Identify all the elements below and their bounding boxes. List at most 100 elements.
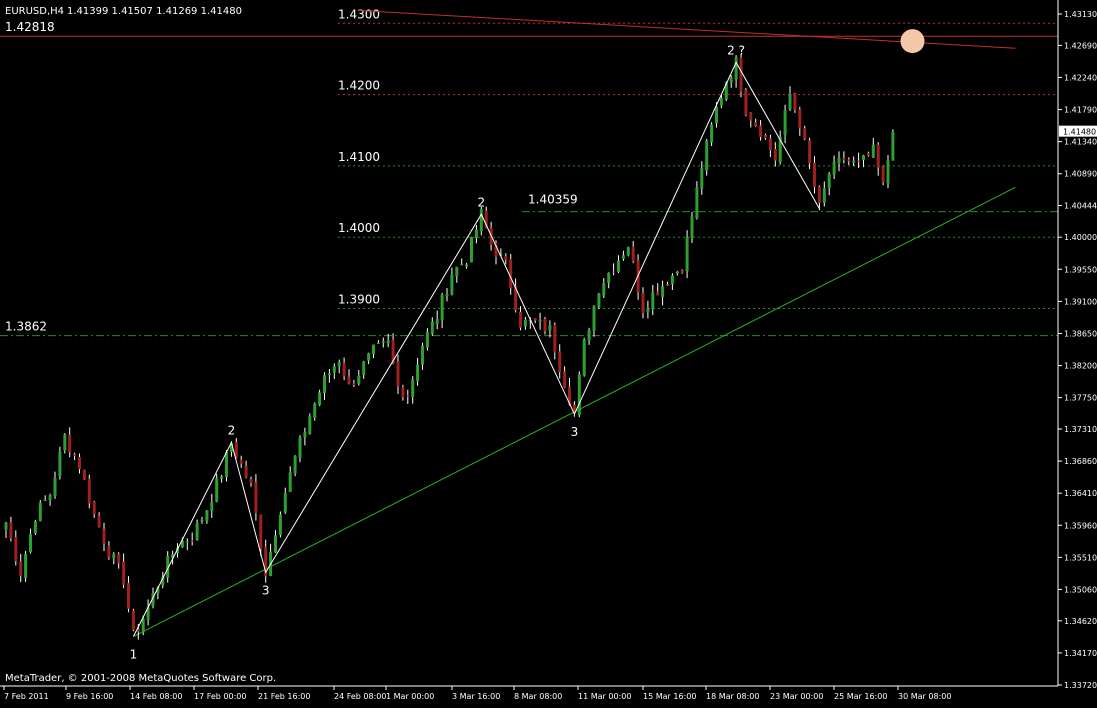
price-tick-label: 1.39100	[1064, 297, 1097, 306]
price-tick-label: 1.33720	[1064, 681, 1097, 690]
candle-body	[871, 144, 875, 158]
candle-body	[866, 153, 870, 156]
candle-body	[117, 554, 121, 564]
candle-body	[78, 456, 81, 470]
candle-body	[651, 292, 655, 309]
candle-body	[857, 160, 861, 162]
price-target-marker	[900, 29, 925, 54]
candle-body	[274, 535, 277, 553]
wave-label: 3	[571, 425, 579, 439]
candle-body	[107, 545, 111, 558]
candle-body	[621, 255, 625, 259]
candle-body	[788, 94, 792, 110]
candle-body	[474, 229, 478, 239]
chart-canvas[interactable]: 1.4300 1.42818 1.4200 1.4100 1.40359 1.4000 1.…	[0, 0, 1097, 704]
candle-body	[587, 330, 591, 341]
wave-label: 3	[262, 583, 270, 597]
candle-body	[185, 541, 189, 543]
candle-body	[435, 318, 439, 324]
candle-body	[705, 140, 709, 171]
candle-body	[690, 216, 694, 238]
candle-body	[558, 351, 562, 373]
level-label: 1.4300	[338, 7, 380, 21]
candle-body	[381, 341, 385, 343]
candle-body	[617, 260, 620, 272]
candle-body	[670, 275, 674, 285]
candle-body	[793, 93, 797, 110]
candle-body	[283, 492, 287, 513]
candle-body	[19, 561, 23, 576]
candle-body	[225, 452, 228, 478]
candle-body	[886, 160, 890, 184]
candle-body	[862, 155, 865, 160]
candle-body	[700, 168, 704, 190]
candle-body	[548, 325, 552, 331]
level-label: 1.40359	[528, 193, 578, 207]
time-tick-label: 11 Mar 00:00	[578, 692, 631, 701]
time-tick-label: 7 Feb 2011	[4, 692, 49, 701]
candle-body	[592, 306, 596, 331]
current-price-label: 1.41480	[1063, 128, 1096, 137]
candle-body	[656, 291, 660, 296]
level-label: 1.42818	[5, 20, 55, 34]
candle-body	[695, 187, 699, 219]
chart-background	[0, 0, 1097, 704]
candle-body	[347, 376, 351, 384]
candle-body	[577, 374, 581, 416]
candle-body	[607, 273, 611, 284]
candle-body	[421, 345, 424, 365]
candle-body	[38, 502, 42, 522]
candle-body	[122, 561, 126, 585]
candle-body	[190, 540, 194, 542]
candle-body	[29, 534, 32, 553]
price-tick-label: 1.37310	[1064, 425, 1097, 434]
candle-body	[416, 364, 420, 381]
candle-body	[48, 495, 52, 501]
price-tick-label: 1.43130	[1064, 10, 1097, 19]
price-tick-label: 1.35960	[1064, 521, 1097, 530]
candle-body	[563, 371, 567, 388]
candle-body	[362, 361, 366, 375]
price-tick-label: 1.38650	[1064, 329, 1097, 338]
candle-body	[715, 106, 718, 124]
candle-body	[719, 97, 723, 106]
candle-body	[127, 582, 130, 609]
price-chart[interactable]: 1.4300 1.42818 1.4200 1.4100 1.40359 1.4000 1.…	[0, 0, 1097, 704]
candle-body	[440, 294, 444, 321]
candle-body	[376, 342, 380, 344]
price-tick-label: 1.38200	[1064, 362, 1097, 371]
candle-body	[293, 456, 297, 474]
time-tick-label: 15 Mar 16:00	[643, 692, 696, 701]
candle-body	[876, 144, 880, 168]
candle-body	[509, 258, 513, 289]
time-tick-label: 14 Feb 08:00	[130, 692, 182, 701]
price-tick-label: 1.35510	[1064, 553, 1097, 562]
candle-body	[685, 237, 689, 272]
candle-body	[327, 373, 331, 376]
candle-body	[891, 131, 895, 161]
candle-body	[249, 479, 253, 484]
candle-body	[768, 138, 772, 151]
candle-body	[401, 387, 405, 398]
candle-body	[754, 122, 758, 126]
candle-body	[332, 366, 336, 373]
candle-body	[239, 459, 243, 464]
price-tick-label: 1.35060	[1064, 585, 1097, 594]
candle-body	[357, 375, 361, 384]
candle-body	[396, 361, 400, 387]
candle-body	[112, 554, 116, 559]
candle-body	[215, 478, 219, 502]
candle-body	[411, 379, 415, 397]
candle-body	[9, 522, 13, 539]
candle-body	[313, 403, 317, 418]
candle-body	[68, 434, 72, 453]
candle-body	[73, 454, 77, 456]
symbol-label: EURUSD,H4	[5, 6, 64, 17]
candle-body	[533, 318, 537, 321]
candle-body	[626, 247, 630, 256]
level-label: 1.4000	[338, 221, 380, 235]
candle-body	[749, 112, 753, 121]
time-tick-label: 9 Feb 16:00	[66, 692, 113, 701]
candle-body	[406, 395, 410, 397]
level-label: 1.3900	[338, 292, 380, 306]
